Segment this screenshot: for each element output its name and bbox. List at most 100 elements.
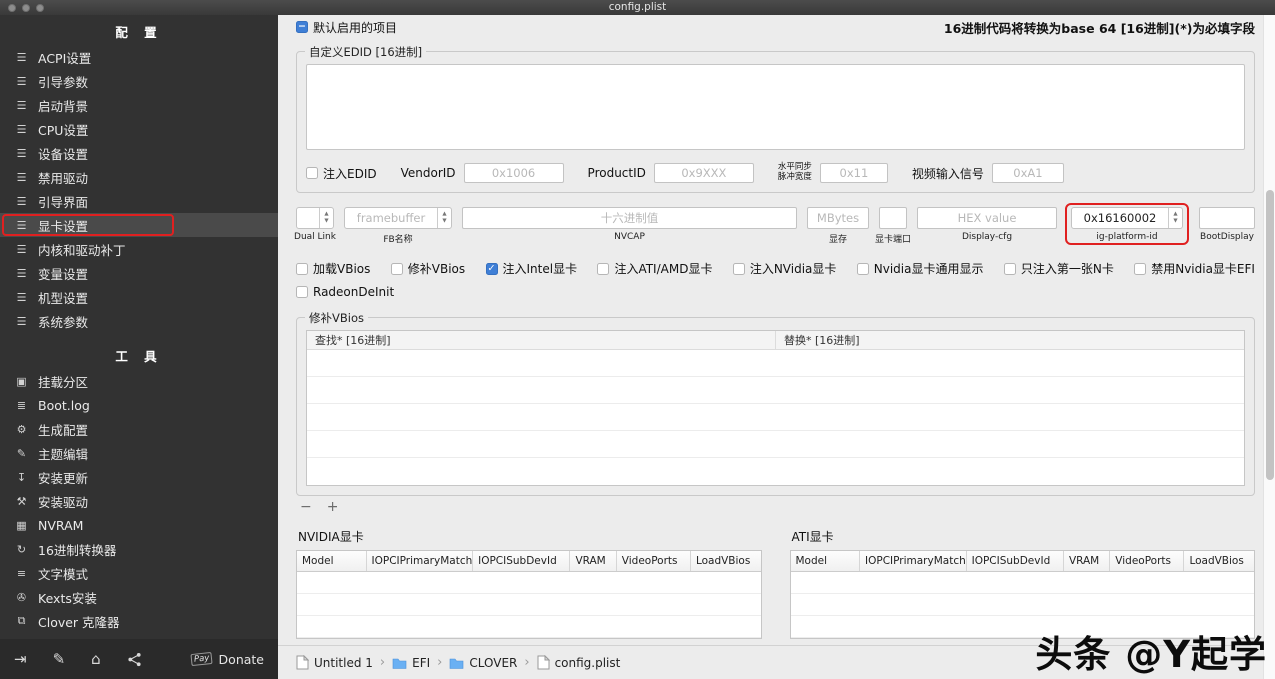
table-row[interactable]	[307, 377, 1244, 404]
display-cfg-input[interactable]	[917, 207, 1057, 229]
tool-install-update[interactable]: ↧ 安装更新	[0, 465, 278, 489]
text-lines-icon: ≡	[16, 566, 27, 580]
tool-text-mode[interactable]: ≡ 文字模式	[0, 561, 278, 585]
table-row[interactable]	[297, 572, 761, 594]
sidebar-item-label: 16进制转换器	[38, 542, 117, 558]
sidebar-item-device-settings[interactable]: ☰ 设备设置	[0, 141, 278, 165]
scrollbar-thumb[interactable]	[1266, 190, 1274, 480]
video-input-signal-input[interactable]	[991, 163, 1064, 183]
list-icon: ☰	[16, 74, 27, 88]
fb-name-select[interactable]: framebuffer ▲ ▼	[344, 207, 452, 229]
product-id-label: ProductID	[587, 166, 646, 180]
table-row[interactable]	[297, 616, 761, 638]
breadcrumb-config-plist[interactable]: config.plist	[537, 655, 620, 670]
sidebar-item-system-parameters[interactable]: ☰ 系统参数	[0, 309, 278, 333]
tool-clover-cloner[interactable]: ⧉ Clover 克隆器	[0, 609, 278, 633]
window-titlebar: config.plist	[0, 0, 1275, 15]
donate-button[interactable]: Pay Donate	[190, 652, 264, 667]
hsync-pulse-width-input[interactable]	[819, 163, 888, 183]
table-row[interactable]	[307, 350, 1244, 377]
column-header-iopcisubdevid: IOPCISubDevId	[473, 551, 571, 571]
minimize-button[interactable]	[22, 3, 30, 12]
product-id-input[interactable]	[653, 163, 754, 183]
dual-link-select[interactable]: ▲ ▼	[296, 207, 334, 229]
sidebar-item-kernel-driver-patches[interactable]: ☰ 内核和驱动补丁	[0, 237, 278, 261]
nvcap-label: NVCAP	[614, 232, 645, 242]
table-row[interactable]	[790, 572, 1254, 594]
tool-hex-converter[interactable]: ↻ 16进制转换器	[0, 537, 278, 561]
tool-mount-partition[interactable]: ▣ 挂载分区	[0, 369, 278, 393]
close-button[interactable]	[8, 3, 16, 12]
column-header-loadvbios: LoadVBios	[1189, 555, 1244, 567]
tool-kexts-installer[interactable]: ✇ Kexts安装	[0, 585, 278, 609]
inject-ati-amd-checkbox[interactable]: 注入ATI/AMD显卡	[597, 260, 712, 277]
sidebar-item-label: 安装更新	[38, 470, 89, 486]
pencil-icon: ✎	[16, 446, 27, 460]
tool-theme-editor[interactable]: ✎ 主题编辑	[0, 441, 278, 465]
inject-intel-checkbox[interactable]: ✓ 注入Intel显卡	[485, 260, 577, 277]
remove-row-button[interactable]: −	[300, 500, 312, 514]
share-icon[interactable]	[127, 652, 142, 667]
inject-edid-checkbox[interactable]: 注入EDID	[306, 165, 377, 182]
sidebar-item-label: 挂载分区	[38, 374, 89, 390]
vram-input[interactable]	[807, 207, 869, 229]
sidebar-item-label: 机型设置	[38, 290, 89, 306]
dual-link-value	[297, 208, 319, 228]
sidebar-item-label: NVRAM	[38, 517, 84, 533]
checkbox-box	[597, 262, 610, 275]
breadcrumb-folder-efi[interactable]: EFI	[392, 656, 430, 670]
table-row[interactable]	[297, 594, 761, 616]
checkbox-box	[1003, 262, 1016, 275]
radeon-deinit-checkbox[interactable]: RadeonDeInit	[296, 285, 394, 299]
zoom-button[interactable]	[36, 3, 44, 12]
sidebar-item-label: 系统参数	[38, 314, 89, 330]
sidebar-item-rt-variables[interactable]: ☰ 变量设置	[0, 261, 278, 285]
sidebar-item-label: 显卡设置	[38, 218, 89, 234]
default-enabled-items-checkbox[interactable]: − 默认启用的项目	[296, 19, 397, 36]
export-icon[interactable]: ⇥	[14, 651, 27, 667]
edid-hex-textarea[interactable]	[306, 64, 1245, 150]
nvcap-input[interactable]	[462, 207, 797, 229]
sidebar-item-label: 引导界面	[38, 194, 89, 210]
sidebar-item-cpu-settings[interactable]: ☰ CPU设置	[0, 117, 278, 141]
tool-install-drivers[interactable]: ⚒ 安装驱动	[0, 489, 278, 513]
load-vbios-checkbox[interactable]: 加载VBios	[296, 260, 370, 277]
boot-display-input[interactable]	[1199, 207, 1255, 229]
sidebar-item-boot-background[interactable]: ☰ 启动背景	[0, 93, 278, 117]
home-icon[interactable]: ⌂	[91, 651, 101, 667]
sidebar-item-disable-drivers[interactable]: ☰ 禁用驱动	[0, 165, 278, 189]
tool-nvram[interactable]: ▦ NVRAM	[0, 513, 278, 537]
table-row[interactable]	[790, 594, 1254, 616]
sidebar-item-boot-args[interactable]: ☰ 引导参数	[0, 69, 278, 93]
inject-nvidia-checkbox[interactable]: 注入NVidia显卡	[732, 260, 836, 277]
tool-boot-log[interactable]: ≣ Boot.log	[0, 393, 278, 417]
breadcrumb-document[interactable]: Untitled 1	[296, 655, 373, 670]
list-icon: ☰	[16, 170, 27, 184]
nvidia-single-checkbox[interactable]: 只注入第一张N卡	[1003, 260, 1114, 277]
table-row[interactable]	[307, 404, 1244, 431]
sidebar-item-boot-gui[interactable]: ☰ 引导界面	[0, 189, 278, 213]
find-column-header: 查找* [16进制]	[307, 331, 776, 349]
nvidia-generic-display-checkbox[interactable]: Nvidia显卡通用显示	[856, 260, 983, 277]
compose-icon[interactable]: ✎	[53, 651, 66, 667]
video-ports-input[interactable]	[879, 207, 907, 229]
vertical-scrollbar[interactable]	[1263, 15, 1275, 679]
inject-edid-label: 注入EDID	[323, 166, 377, 181]
clone-icon: ⧉	[17, 614, 26, 627]
table-row[interactable]	[307, 431, 1244, 458]
hsync-pulse-width-label: 水平同步 脉冲宽度	[777, 162, 812, 182]
patch-vbios-checkbox[interactable]: 修补VBios	[390, 260, 465, 277]
list-icon: ☰	[16, 314, 27, 328]
vendor-id-input[interactable]	[463, 163, 564, 183]
sidebar-item-smbios-settings[interactable]: ☰ 机型设置	[0, 285, 278, 309]
ig-platform-id-stepper[interactable]: 0x16160002 ▲ ▼	[1071, 207, 1183, 229]
nvidia-table-block: NVIDIA显卡 Model IOPCIPrimaryMatch IOPCISu…	[296, 528, 762, 657]
sidebar-item-acpi-settings[interactable]: ☰ ACPI设置	[0, 45, 278, 69]
tool-generate-config[interactable]: ⚙ 生成配置	[0, 417, 278, 441]
sidebar-item-graphics-settings[interactable]: ☰ 显卡设置	[0, 213, 278, 237]
add-row-button[interactable]: +	[327, 500, 339, 514]
sidebar-section-tools: 工 具	[115, 349, 163, 364]
table-row[interactable]	[307, 458, 1244, 485]
nvidia-no-efi-checkbox[interactable]: 禁用Nvidia显卡EFI	[1134, 260, 1255, 277]
breadcrumb-folder-clover[interactable]: CLOVER	[449, 656, 517, 670]
